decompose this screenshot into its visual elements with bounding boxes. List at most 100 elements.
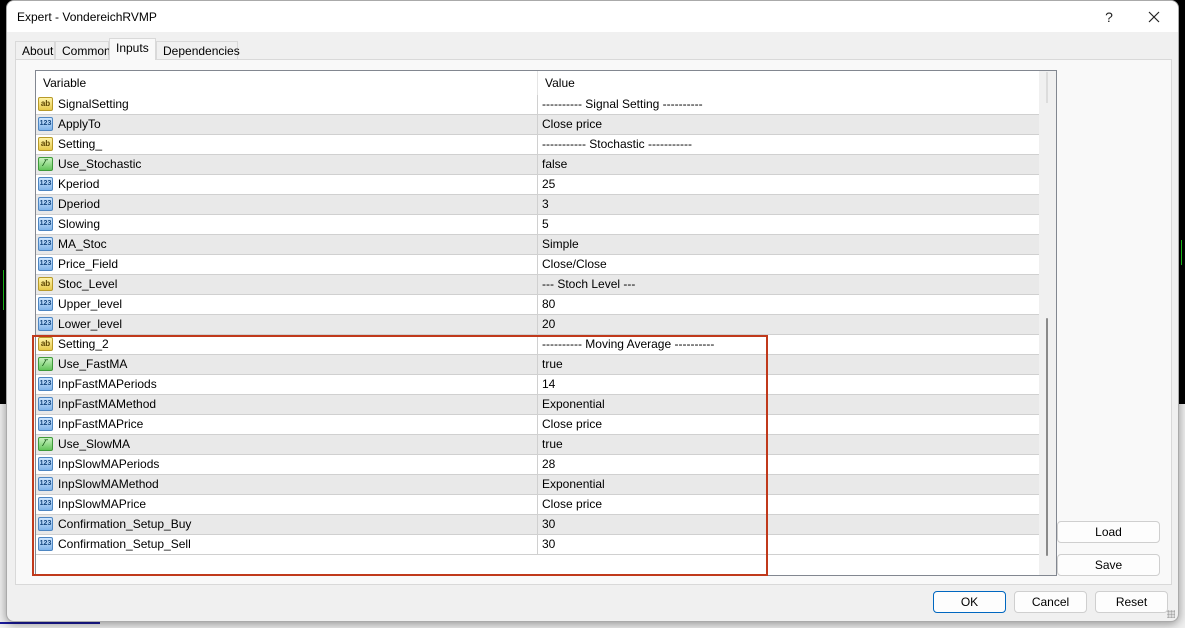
cancel-button[interactable]: Cancel — [1014, 591, 1087, 613]
column-header-variable[interactable]: Variable — [36, 71, 538, 95]
variable-cell[interactable]: 123 Slowing — [36, 215, 538, 234]
reset-button[interactable]: Reset — [1095, 591, 1168, 613]
tab-dependencies[interactable]: Dependencies — [156, 41, 240, 60]
variable-cell[interactable]: 123 MA_Stoc — [36, 235, 538, 254]
value-cell[interactable]: Simple — [538, 235, 1039, 254]
table-row[interactable]: 123 Kperiod 25 — [36, 175, 1039, 195]
table-row[interactable]: ab Setting_2 ---------- Moving Average ---… — [36, 335, 1039, 355]
value-cell[interactable]: Close/Close — [538, 255, 1039, 274]
table-row[interactable]: 123 MA_Stoc Simple — [36, 235, 1039, 255]
variable-cell[interactable]: ab Setting_ — [36, 135, 538, 154]
variable-cell[interactable]: 123 Price_Field — [36, 255, 538, 274]
variable-cell[interactable]: 123 InpSlowMAPeriods — [36, 455, 538, 474]
grid-rows: ab SignalSetting ---------- Signal Setting… — [36, 95, 1039, 555]
table-row[interactable]: 123 InpFastMAPrice Close price — [36, 415, 1039, 435]
table-row[interactable]: 123 Price_Field Close/Close — [36, 255, 1039, 275]
value-cell[interactable]: 5 — [538, 215, 1039, 234]
value-cell[interactable]: Close price — [538, 115, 1039, 134]
table-row[interactable]: ⁄‾ Use_SlowMA true — [36, 435, 1039, 455]
table-row[interactable]: 123 ApplyTo Close price — [36, 115, 1039, 135]
help-button[interactable]: ? — [1092, 5, 1126, 29]
close-button[interactable] — [1137, 5, 1171, 29]
variable-cell[interactable]: 123 Confirmation_Setup_Buy — [36, 515, 538, 534]
tab-common[interactable]: Common — [55, 41, 111, 60]
numeric-type-icon: 123 — [38, 197, 53, 211]
variable-cell[interactable]: 123 InpSlowMAMethod — [36, 475, 538, 494]
variable-name: InpFastMAMethod — [58, 397, 157, 411]
value-cell[interactable]: 30 — [538, 515, 1039, 534]
value-cell[interactable]: Close price — [538, 495, 1039, 514]
tab-inputs[interactable]: Inputs — [109, 38, 156, 60]
vertical-scrollbar[interactable] — [1039, 71, 1056, 575]
load-button[interactable]: Load — [1057, 521, 1160, 543]
variable-cell[interactable]: ⁄‾ Use_FastMA — [36, 355, 538, 374]
value-cell[interactable]: Exponential — [538, 475, 1039, 494]
value-cell[interactable]: true — [538, 355, 1039, 374]
variable-cell[interactable]: 123 InpFastMAPrice — [36, 415, 538, 434]
value-cell[interactable]: 80 — [538, 295, 1039, 314]
variable-cell[interactable]: ⁄‾ Use_Stochastic — [36, 155, 538, 174]
value-cell[interactable]: 30 — [538, 535, 1039, 554]
value-cell[interactable]: 25 — [538, 175, 1039, 194]
table-row[interactable]: 123 Upper_level 80 — [36, 295, 1039, 315]
variable-cell[interactable]: ⁄‾ Use_SlowMA — [36, 435, 538, 454]
table-row[interactable]: ⁄‾ Use_FastMA true — [36, 355, 1039, 375]
table-row[interactable]: ⁄‾ Use_Stochastic false — [36, 155, 1039, 175]
variable-cell[interactable]: 123 Confirmation_Setup_Sell — [36, 535, 538, 554]
variable-cell[interactable]: 123 Dperiod — [36, 195, 538, 214]
value-cell[interactable]: 14 — [538, 375, 1039, 394]
value-cell[interactable]: ---------- Signal Setting ---------- — [538, 95, 1039, 114]
table-row[interactable]: 123 Slowing 5 — [36, 215, 1039, 235]
title-bar: Expert - VondereichRVMP ? — [7, 1, 1178, 32]
variable-cell[interactable]: ab SignalSetting — [36, 95, 538, 114]
variable-name: Confirmation_Setup_Buy — [58, 517, 192, 531]
variable-name: Price_Field — [58, 257, 119, 271]
variable-cell[interactable]: 123 Upper_level — [36, 295, 538, 314]
background-line — [0, 622, 100, 624]
numeric-type-icon: 123 — [38, 117, 53, 131]
value-cell[interactable]: 20 — [538, 315, 1039, 334]
numeric-type-icon: 123 — [38, 217, 53, 231]
table-row[interactable]: 123 InpFastMAMethod Exponential — [36, 395, 1039, 415]
variable-cell[interactable]: ab Setting_2 — [36, 335, 538, 354]
variable-cell[interactable]: 123 ApplyTo — [36, 115, 538, 134]
table-row[interactable]: ab SignalSetting ---------- Signal Setting… — [36, 95, 1039, 115]
variable-cell[interactable]: ab Stoc_Level — [36, 275, 538, 294]
variable-cell[interactable]: 123 InpSlowMAPrice — [36, 495, 538, 514]
variable-cell[interactable]: 123 Lower_level — [36, 315, 538, 334]
table-row[interactable]: 123 Dperiod 3 — [36, 195, 1039, 215]
value-cell[interactable]: ---------- Moving Average ---------- — [538, 335, 1039, 354]
table-row[interactable]: 123 InpSlowMAPrice Close price — [36, 495, 1039, 515]
table-row[interactable]: ab Stoc_Level --- Stoch Level --- — [36, 275, 1039, 295]
table-row[interactable]: 123 InpSlowMAPeriods 28 — [36, 455, 1039, 475]
numeric-type-icon: 123 — [38, 377, 53, 391]
scrollbar-thumb[interactable] — [1046, 318, 1048, 556]
resize-grip-icon[interactable] — [1167, 610, 1175, 618]
value-cell[interactable]: 28 — [538, 455, 1039, 474]
variable-name: Setting_ — [58, 137, 103, 151]
value-cell[interactable]: true — [538, 435, 1039, 454]
string-type-icon: ab — [38, 137, 53, 151]
variable-cell[interactable]: 123 InpFastMAMethod — [36, 395, 538, 414]
value-cell[interactable]: false — [538, 155, 1039, 174]
value-cell[interactable]: ----------- Stochastic ----------- — [538, 135, 1039, 154]
value-cell[interactable]: Close price — [538, 415, 1039, 434]
save-button[interactable]: Save — [1057, 554, 1160, 576]
value-cell[interactable]: --- Stoch Level --- — [538, 275, 1039, 294]
table-row[interactable]: 123 Confirmation_Setup_Buy 30 — [36, 515, 1039, 535]
value-cell[interactable]: Exponential — [538, 395, 1039, 414]
ok-button[interactable]: OK — [933, 591, 1006, 613]
tab-about[interactable]: About — [15, 41, 55, 60]
table-row[interactable]: 123 InpFastMAPeriods 14 — [36, 375, 1039, 395]
value-cell[interactable]: 3 — [538, 195, 1039, 214]
boolean-type-icon: ⁄‾ — [38, 157, 53, 171]
variable-cell[interactable]: 123 InpFastMAPeriods — [36, 375, 538, 394]
background-candle — [3, 270, 4, 310]
table-row[interactable]: 123 InpSlowMAMethod Exponential — [36, 475, 1039, 495]
table-row[interactable]: 123 Confirmation_Setup_Sell 30 — [36, 535, 1039, 555]
column-header-value[interactable]: Value — [538, 71, 1039, 95]
table-row[interactable]: 123 Lower_level 20 — [36, 315, 1039, 335]
variable-cell[interactable]: 123 Kperiod — [36, 175, 538, 194]
table-row[interactable]: ab Setting_ ----------- Stochastic -------… — [36, 135, 1039, 155]
numeric-type-icon: 123 — [38, 397, 53, 411]
